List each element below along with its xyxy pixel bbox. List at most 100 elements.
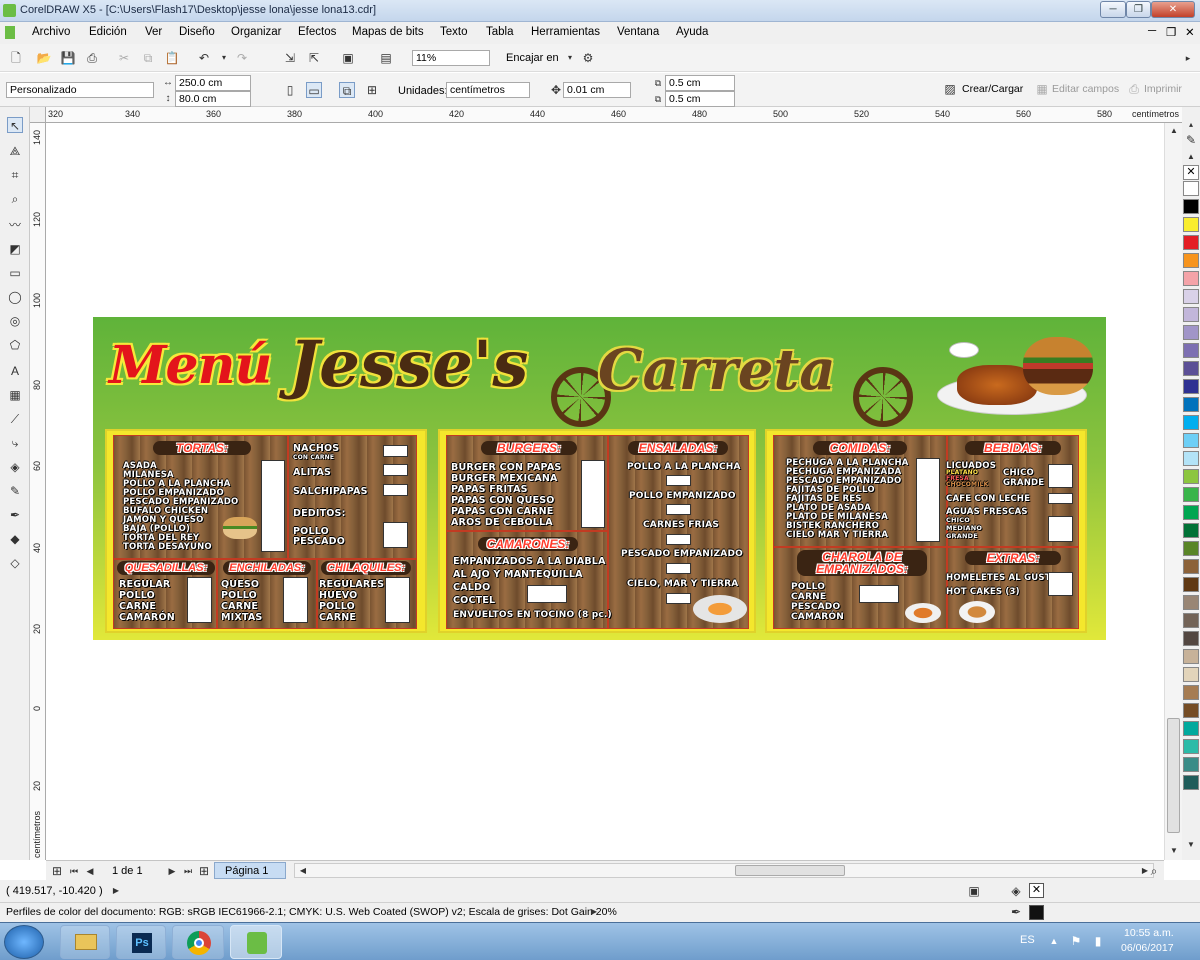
- zoom-level-select[interactable]: 11%: [412, 50, 490, 66]
- minimize-button[interactable]: ─: [1100, 1, 1126, 18]
- color-swatch[interactable]: [1183, 451, 1199, 466]
- network-icon[interactable]: ⚑: [1068, 933, 1084, 949]
- print-merge-icon[interactable]: ⎙: [1126, 81, 1142, 97]
- menu-texto[interactable]: Texto: [440, 26, 468, 38]
- start-button[interactable]: [4, 925, 44, 959]
- launcher-icon[interactable]: ▣: [340, 50, 356, 66]
- outline-tool-icon[interactable]: ✒: [7, 507, 23, 523]
- color-swatch[interactable]: [1183, 253, 1199, 268]
- doc-minimize-icon[interactable]: ─: [1148, 25, 1156, 37]
- basic-shapes-icon[interactable]: ⬠: [7, 337, 23, 353]
- undo-dropdown-icon[interactable]: ▾: [216, 50, 232, 66]
- no-fill-indicator[interactable]: ✕: [1029, 883, 1044, 898]
- color-swatch[interactable]: [1183, 667, 1199, 682]
- page-height-field[interactable]: 80.0 cm: [175, 91, 251, 107]
- crop-tool-icon[interactable]: ⌗: [7, 167, 23, 183]
- outline-status-icon[interactable]: ✒: [1008, 904, 1024, 920]
- menu-herramientas[interactable]: Herramientas: [531, 26, 600, 38]
- menu-mapas-de-bits[interactable]: Mapas de bits: [352, 26, 424, 38]
- color-swatch[interactable]: [1183, 325, 1199, 340]
- print-icon[interactable]: ⎙: [84, 50, 100, 66]
- freehand-tool-icon[interactable]: 〰: [7, 217, 23, 233]
- color-swatch[interactable]: [1183, 181, 1199, 196]
- clock-time[interactable]: 10:55 a.m.: [1124, 927, 1174, 939]
- menu-organizar[interactable]: Organizar: [231, 26, 282, 38]
- edit-fields-button[interactable]: Editar campos: [1052, 83, 1119, 95]
- h-scroll-thumb[interactable]: [735, 865, 845, 876]
- language-indicator[interactable]: ES: [1020, 934, 1035, 946]
- explorer-taskbar-icon[interactable]: [60, 925, 110, 959]
- shape-tool-icon[interactable]: ⟁: [7, 143, 23, 159]
- color-swatch[interactable]: [1183, 595, 1199, 610]
- color-swatch[interactable]: [1183, 271, 1199, 286]
- tray-arrow-icon[interactable]: ▲: [1046, 933, 1062, 949]
- export-icon[interactable]: ⇱: [306, 50, 322, 66]
- color-swatch[interactable]: [1183, 631, 1199, 646]
- color-swatch[interactable]: [1183, 775, 1199, 790]
- create-load-button[interactable]: Crear/Cargar: [962, 83, 1023, 95]
- options-icon[interactable]: ⚙: [580, 50, 596, 66]
- blend-tool-icon[interactable]: ◈: [7, 459, 23, 475]
- next-page-icon[interactable]: ▶: [164, 863, 180, 879]
- outline-color-indicator[interactable]: [1029, 905, 1044, 920]
- last-page-icon[interactable]: ⏭: [180, 863, 196, 879]
- palette-down-icon[interactable]: ▼: [1183, 837, 1199, 853]
- color-swatch[interactable]: [1183, 469, 1199, 484]
- table-tool-icon[interactable]: ▦: [7, 387, 23, 403]
- zoom-navigator-icon[interactable]: ⌕: [1146, 863, 1162, 879]
- page-width-field[interactable]: 250.0 cm: [175, 75, 251, 91]
- clock-date[interactable]: 06/06/2017: [1121, 942, 1174, 954]
- color-swatch[interactable]: [1183, 361, 1199, 376]
- nudge-field[interactable]: 0.01 cm: [563, 82, 631, 98]
- color-swatch[interactable]: [1183, 649, 1199, 664]
- current-page-icon[interactable]: ⊞: [364, 82, 380, 98]
- color-swatch[interactable]: [1183, 685, 1199, 700]
- color-swatch[interactable]: [1183, 217, 1199, 232]
- volume-icon[interactable]: ▮: [1090, 933, 1106, 949]
- ellipse-tool-icon[interactable]: ◯: [7, 289, 23, 305]
- menu-archivo[interactable]: Archivo: [32, 26, 70, 38]
- redo-icon[interactable]: ↷: [234, 50, 250, 66]
- fill-tool-icon[interactable]: ◆: [7, 531, 23, 547]
- all-pages-icon[interactable]: ⧉: [339, 82, 355, 98]
- no-color-swatch[interactable]: ✕: [1183, 165, 1199, 180]
- interactive-fill-icon[interactable]: ◇: [7, 555, 23, 571]
- color-swatch[interactable]: [1183, 577, 1199, 592]
- text-tool-icon[interactable]: A: [7, 363, 23, 379]
- vertical-scrollbar[interactable]: ▲ ▼: [1164, 123, 1182, 860]
- paste-icon[interactable]: 📋: [164, 50, 180, 66]
- snap-dropdown-arrow-icon[interactable]: ▾: [562, 50, 578, 66]
- profiles-arrow-icon[interactable]: ▶: [586, 904, 602, 920]
- color-swatch[interactable]: [1183, 523, 1199, 538]
- save-icon[interactable]: 💾: [60, 50, 76, 66]
- menu-ayuda[interactable]: Ayuda: [676, 26, 708, 38]
- landscape-icon[interactable]: ▭: [306, 82, 322, 98]
- menu-diseno[interactable]: Diseño: [179, 26, 215, 38]
- horizontal-ruler[interactable]: 320 340 360 380 400 420 440 460 480 500 …: [46, 107, 1184, 123]
- color-swatch[interactable]: [1183, 487, 1199, 502]
- duplicate-y-field[interactable]: 0.5 cm: [665, 91, 735, 107]
- edit-fields-icon[interactable]: ▦: [1034, 81, 1050, 97]
- doc-close-icon[interactable]: ✕: [1185, 25, 1195, 39]
- pick-tool-icon[interactable]: ↖: [7, 117, 23, 133]
- palette-scroll-up-icon[interactable]: ▴: [1183, 117, 1199, 133]
- snap-to-dropdown[interactable]: Encajar en: [506, 52, 559, 64]
- cut-icon[interactable]: ✂: [116, 50, 132, 66]
- rectangle-tool-icon[interactable]: ▭: [7, 265, 23, 281]
- color-swatch[interactable]: [1183, 343, 1199, 358]
- chrome-taskbar-icon[interactable]: [172, 925, 224, 959]
- color-swatch[interactable]: [1183, 739, 1199, 754]
- page-preset-select[interactable]: Personalizado: [6, 82, 154, 98]
- color-swatch[interactable]: [1183, 505, 1199, 520]
- color-swatch[interactable]: [1183, 289, 1199, 304]
- doc-restore-icon[interactable]: ❐: [1166, 25, 1176, 39]
- print-merge-button[interactable]: Imprimir: [1144, 83, 1182, 95]
- color-swatch[interactable]: [1183, 559, 1199, 574]
- color-swatch[interactable]: [1183, 703, 1199, 718]
- vertical-ruler[interactable]: 140 120 100 80 60 40 20 0 20 centímetros: [30, 123, 46, 860]
- duplicate-x-field[interactable]: 0.5 cm: [665, 75, 735, 91]
- menu-tabla[interactable]: Tabla: [486, 26, 514, 38]
- color-swatch[interactable]: [1183, 397, 1199, 412]
- dimension-tool-icon[interactable]: ⟋: [7, 411, 23, 427]
- color-swatch[interactable]: [1183, 235, 1199, 250]
